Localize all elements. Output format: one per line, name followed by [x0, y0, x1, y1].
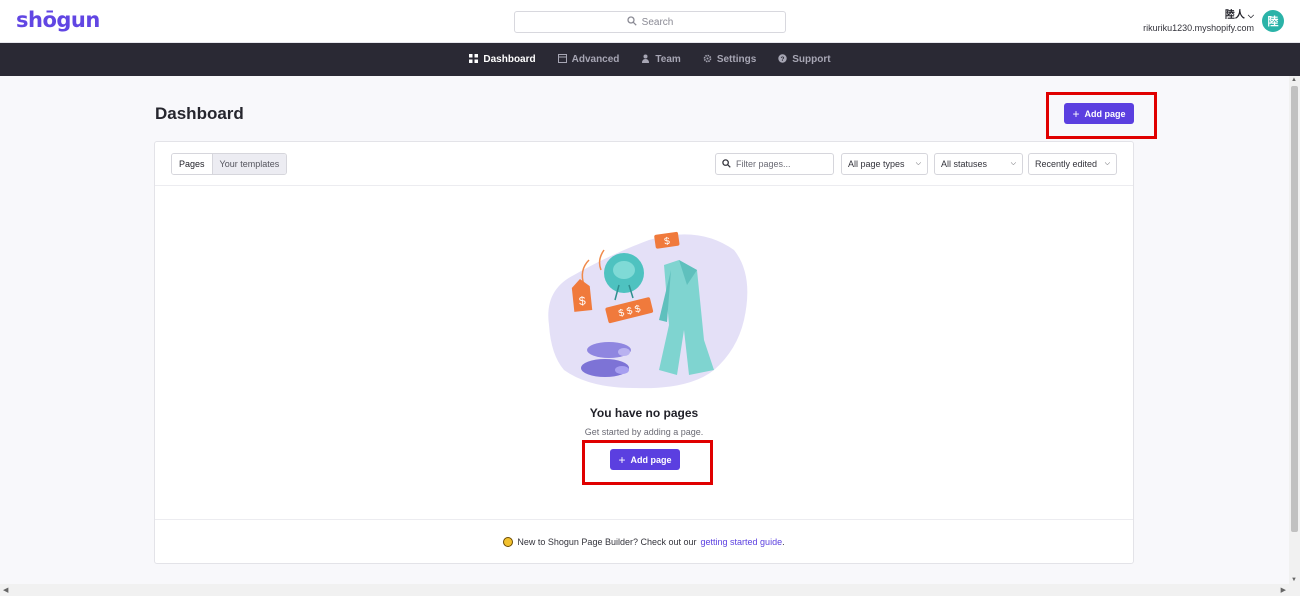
getting-started-link[interactable]: getting started guide [701, 537, 783, 547]
search-input[interactable]: Search [514, 11, 786, 33]
nav-item-support[interactable]: ? Support [778, 53, 831, 66]
footer-text: New to Shogun Page Builder? Check out ou… [517, 536, 697, 547]
main-nav: Dashboard Advanced Team Settings ? Suppo… [0, 43, 1300, 76]
store-url: rikuriku1230.myshopify.com [1143, 23, 1254, 33]
top-header: shōgun Search 陸人 ⌵ rikuriku1230.myshopify… [0, 0, 1300, 43]
user-icon [641, 54, 650, 66]
select-value: All statuses [941, 159, 988, 169]
scroll-right-icon[interactable]: ▶ [1281, 586, 1286, 594]
window-icon [557, 53, 567, 66]
grid-icon [469, 53, 479, 66]
filter-pages-input[interactable]: Filter pages... [715, 153, 834, 175]
question-icon: ? [778, 53, 787, 66]
add-page-label: Add page [630, 454, 672, 465]
vertical-scrollbar[interactable]: ▲ ▼ [1289, 76, 1300, 584]
add-page-label: Add page [1084, 108, 1126, 119]
select-value: All page types [848, 159, 905, 169]
add-page-button-empty[interactable]: + Add page [610, 449, 680, 470]
footer-period: . [782, 536, 785, 547]
filter-placeholder: Filter pages... [736, 159, 791, 169]
shogun-logo[interactable]: shōgun [16, 8, 100, 32]
view-toggle: Pages Your templates [171, 153, 288, 175]
plus-icon: + [1072, 106, 1080, 121]
nav-item-dashboard[interactable]: Dashboard [469, 53, 536, 66]
scroll-left-icon[interactable]: ◀ [3, 586, 8, 594]
plus-icon: + [618, 452, 626, 467]
card-footer: New to Shogun Page Builder? Check out ou… [155, 519, 1133, 563]
select-value: Recently edited [1035, 159, 1098, 169]
page-title: Dashboard [155, 104, 244, 123]
page-type-select[interactable]: All page types ⌵ [841, 153, 928, 175]
empty-state-title: You have no pages [589, 406, 699, 420]
empty-state-illustration: $ $ $ $ $ [548, 231, 748, 389]
scroll-up-icon[interactable]: ▲ [1291, 77, 1297, 83]
nav-item-settings[interactable]: Settings [703, 54, 756, 66]
account-menu[interactable]: 陸人 ⌵ rikuriku1230.myshopify.com [1143, 10, 1254, 34]
avatar[interactable]: 陸 [1262, 10, 1284, 32]
account-name: 陸人 [1224, 10, 1245, 21]
chevron-down-icon: ⌵ [1104, 160, 1110, 167]
scrollbar-thumb[interactable] [1291, 86, 1298, 532]
chevron-down-icon: ⌵ [1247, 11, 1254, 20]
nav-item-label: Advanced [571, 54, 620, 65]
nav-item-advanced[interactable]: Advanced [557, 53, 620, 66]
chevron-down-icon: ⌵ [1010, 160, 1016, 167]
status-select[interactable]: All statuses ⌵ [934, 153, 1023, 175]
face-emoji-icon [503, 536, 514, 547]
card-toolbar: Pages Your templates Filter pages... All… [155, 142, 1133, 186]
sort-select[interactable]: Recently edited ⌵ [1028, 153, 1117, 175]
search-placeholder: Search [641, 16, 674, 28]
tab-pages[interactable]: Pages [172, 154, 213, 174]
nav-item-label: Support [792, 54, 831, 65]
nav-item-label: Dashboard [483, 54, 536, 65]
nav-item-label: Settings [716, 54, 757, 65]
chevron-down-icon: ⌵ [915, 160, 921, 167]
nav-item-team[interactable]: Team [641, 54, 681, 66]
horizontal-scrollbar[interactable]: ◀ ▶ [0, 584, 1300, 596]
add-page-button[interactable]: + Add page [1064, 103, 1134, 124]
scroll-down-icon[interactable]: ▼ [1291, 577, 1297, 583]
gear-icon [703, 54, 712, 66]
nav-item-label: Team [655, 54, 681, 65]
empty-state-subtitle: Get started by adding a page. [584, 427, 704, 437]
pages-card: Pages Your templates Filter pages... All… [154, 141, 1134, 564]
search-icon [627, 15, 637, 29]
svg-text:?: ? [781, 55, 785, 62]
tab-your-templates[interactable]: Your templates [212, 154, 287, 174]
search-icon [722, 158, 731, 170]
